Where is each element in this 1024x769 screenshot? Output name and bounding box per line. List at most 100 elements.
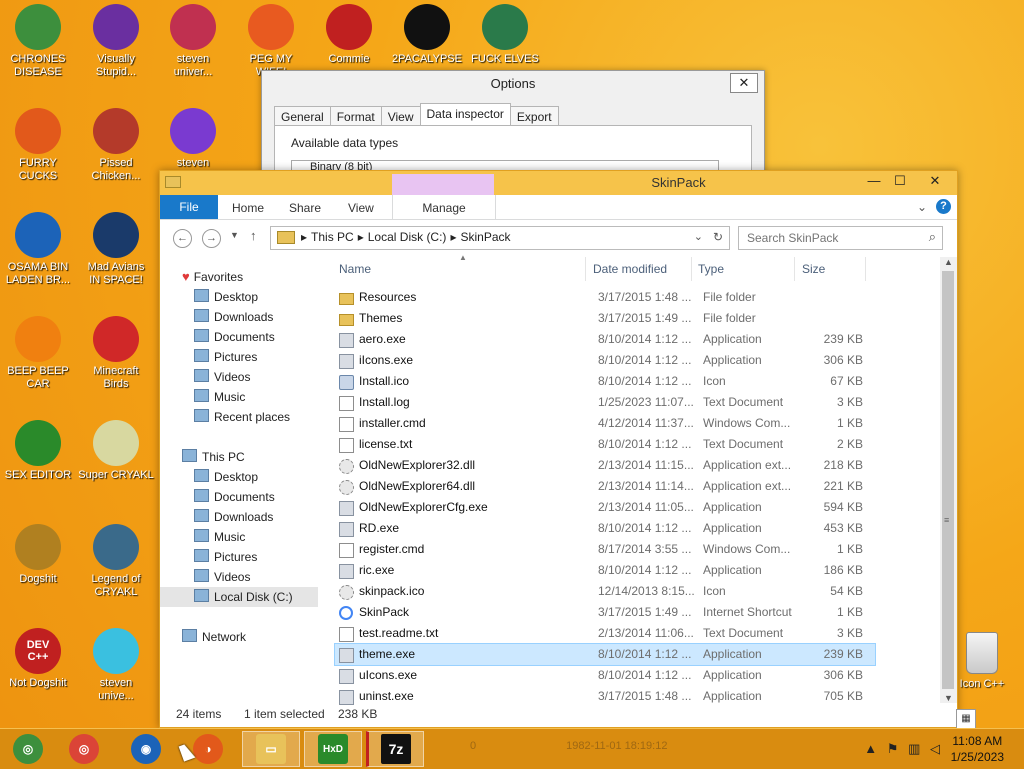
table-row[interactable]: uIcons.exe 8/10/2014 1:12 ... Application 3… [335, 665, 875, 686]
options-tab-format[interactable]: Format [329, 106, 382, 127]
scrollbar-thumb[interactable] [942, 271, 954, 689]
clock[interactable]: 11:08 AM 1/25/2023 [951, 733, 1004, 765]
nav-favorite-item[interactable]: Music [160, 387, 318, 407]
table-row[interactable]: Themes 3/17/2015 1:49 ... File folder [335, 308, 875, 329]
explorer-titlebar[interactable]: SkinPack — ☐ ✕ [160, 171, 957, 195]
close-button[interactable]: ✕ [913, 171, 957, 191]
options-tab-export[interactable]: Export [509, 106, 559, 127]
minimize-button[interactable]: — [861, 171, 887, 191]
table-row[interactable]: Install.log 1/25/2023 11:07... Text Docume… [335, 392, 875, 413]
nav-this-pc-item[interactable]: Pictures [160, 547, 318, 567]
table-row[interactable]: SkinPack 3/17/2015 1:49 ... Internet Short… [335, 602, 875, 623]
taskbar-obama[interactable]: ◉ [118, 731, 174, 767]
desktop-icon[interactable]: Legend of CRYAKL [78, 524, 154, 599]
table-row[interactable]: aero.exe 8/10/2014 1:12 ... Application 239… [335, 329, 875, 350]
maximize-button[interactable]: ☐ [887, 171, 913, 191]
desktop-icon[interactable]: BEEP BEEP CAR [0, 316, 76, 391]
taskbar-7zip[interactable]: 7z [366, 731, 424, 767]
options-tab-data-inspector[interactable]: Data inspector [419, 103, 511, 127]
scroll-up-arrow-icon[interactable]: ▲ [944, 257, 953, 267]
nav-this-pc-item[interactable]: Local Disk (C:) [160, 587, 318, 607]
nav-favorites[interactable]: ♥ Favorites [160, 267, 318, 287]
table-row[interactable]: iIcons.exe 8/10/2014 1:12 ... Application 3… [335, 350, 875, 371]
back-button[interactable]: ← [173, 229, 192, 248]
breadcrumb-skinpack[interactable]: SkinPack [460, 230, 510, 244]
desktop-icon[interactable]: Minecraft Birds [78, 316, 154, 391]
nav-network[interactable]: Network [160, 627, 318, 647]
desktop-icon[interactable]: SEX EDITOR [0, 420, 76, 482]
ribbon-tab-manage[interactable]: Manage [392, 195, 496, 219]
ribbon-tab-home[interactable]: Home [232, 197, 264, 219]
nav-favorite-item[interactable]: Downloads [160, 307, 318, 327]
refresh-icon[interactable]: ↻ [713, 230, 723, 244]
column-header-size[interactable]: Size [796, 257, 866, 281]
nav-this-pc-item[interactable]: Downloads [160, 507, 318, 527]
address-dropdown-icon[interactable]: ⌄ [694, 230, 703, 243]
taskbar-chrome[interactable]: ◎ [56, 731, 112, 767]
nav-favorite-item[interactable]: Pictures [160, 347, 318, 367]
table-row[interactable]: ric.exe 8/10/2014 1:12 ... Application 186 … [335, 560, 875, 581]
column-header-date[interactable]: Date modified [587, 257, 692, 281]
explorer-window[interactable]: SkinPack — ☐ ✕ File Home Share View Mana… [159, 170, 976, 729]
table-row[interactable]: installer.cmd 4/12/2014 11:37... Windows C… [335, 413, 875, 434]
search-input[interactable] [745, 230, 919, 246]
nav-favorite-item[interactable]: Recent places [160, 407, 318, 427]
ribbon-tab-file[interactable]: File [160, 195, 218, 219]
action-center-flag-icon[interactable]: ⚑ [887, 741, 899, 756]
nav-this-pc-item[interactable]: Desktop [160, 467, 318, 487]
expand-ribbon-chevron-icon[interactable]: ⌄ [917, 200, 927, 214]
table-row[interactable]: register.cmd 8/17/2014 3:55 ... Windows Co… [335, 539, 875, 560]
table-row[interactable]: RD.exe 8/10/2014 1:12 ... Application 453 K… [335, 518, 875, 539]
breadcrumb-this-pc[interactable]: This PC [311, 230, 354, 244]
table-row[interactable]: theme.exe 8/10/2014 1:12 ... Application 23… [334, 643, 876, 666]
table-row[interactable]: OldNewExplorer32.dll 2/13/2014 11:15... Ap… [335, 455, 875, 476]
ribbon-tab-view[interactable]: View [348, 197, 374, 219]
desktop-icon[interactable]: 2PACALYPSE [389, 4, 465, 66]
recent-locations-chevron-icon[interactable]: ▼ [230, 230, 239, 240]
breadcrumb-local-disk[interactable]: Local Disk (C:) [368, 230, 447, 244]
volume-icon[interactable]: ◁ [930, 741, 940, 756]
up-button[interactable]: ↑ [250, 228, 257, 243]
help-icon[interactable]: ? [936, 199, 951, 214]
nav-this-pc-item[interactable]: Music [160, 527, 318, 547]
vertical-scrollbar[interactable]: ▲ ≡ ▼ [940, 257, 957, 703]
table-row[interactable]: Resources 3/17/2015 1:48 ... File folder [335, 287, 875, 308]
desktop-icon[interactable]: Super CRYAKL [78, 420, 154, 482]
desktop-icon[interactable]: OSAMA BIN LADEN BR... [0, 212, 76, 287]
search-box[interactable]: ⌕ [738, 226, 943, 250]
taskbar-start-chrome[interactable]: ◎ [0, 731, 56, 767]
desktop-icon[interactable]: Visually Stupid... [78, 4, 154, 79]
search-icon[interactable]: ⌕ [929, 229, 936, 245]
desktop-icon[interactable]: steven [155, 108, 231, 170]
nav-this-pc-item[interactable]: Videos [160, 567, 318, 587]
options-tab-view[interactable]: View [380, 106, 421, 127]
desktop-icon[interactable]: steven univer... [155, 4, 231, 79]
table-row[interactable]: license.txt 8/10/2014 1:12 ... Text Docume… [335, 434, 875, 455]
large-icons-view-icon[interactable]: ▦ [956, 709, 976, 729]
address-bar[interactable]: ▸ This PC ▸ Local Disk (C:) ▸ SkinPack ⌄… [270, 226, 730, 250]
column-header-type[interactable]: Type [692, 257, 795, 281]
desktop-icon[interactable]: Pissed Chicken... [78, 108, 154, 183]
show-hidden-icons-chevron-icon[interactable]: ▲ [864, 741, 877, 756]
nav-this-pc-item[interactable]: Documents [160, 487, 318, 507]
table-row[interactable]: OldNewExplorerCfg.exe 2/13/2014 11:05... A… [335, 497, 875, 518]
nav-favorite-item[interactable]: Desktop [160, 287, 318, 307]
desktop-icon[interactable]: DEV C++ Not Dogshit [0, 628, 76, 690]
desktop-icon[interactable]: Dogshit [0, 524, 76, 586]
forward-button[interactable]: → [202, 229, 221, 248]
desktop-icon[interactable]: Mad Avians IN SPACE! [78, 212, 154, 287]
options-tab-general[interactable]: General [274, 106, 331, 127]
nav-this-pc[interactable]: This PC [160, 447, 318, 467]
desktop-icon[interactable]: FURRY CUCKS [0, 108, 76, 183]
table-row[interactable]: skinpack.ico 12/14/2013 8:15... Icon 54 KB [335, 581, 875, 602]
ribbon-tab-share[interactable]: Share [289, 197, 321, 219]
taskbar-explorer[interactable]: ▭ [242, 731, 300, 767]
nav-favorite-item[interactable]: Videos [160, 367, 318, 387]
taskbar-hxd[interactable]: HxD [304, 731, 362, 767]
options-close-button[interactable]: ✕ [730, 73, 758, 93]
desktop-icon[interactable]: PEG MY WIFE! [233, 4, 309, 79]
desktop-icon[interactable]: steven unive... [78, 628, 154, 703]
table-row[interactable]: Install.ico 8/10/2014 1:12 ... Icon 67 KB [335, 371, 875, 392]
desktop-icon[interactable]: Commie [311, 4, 387, 66]
nav-favorite-item[interactable]: Documents [160, 327, 318, 347]
